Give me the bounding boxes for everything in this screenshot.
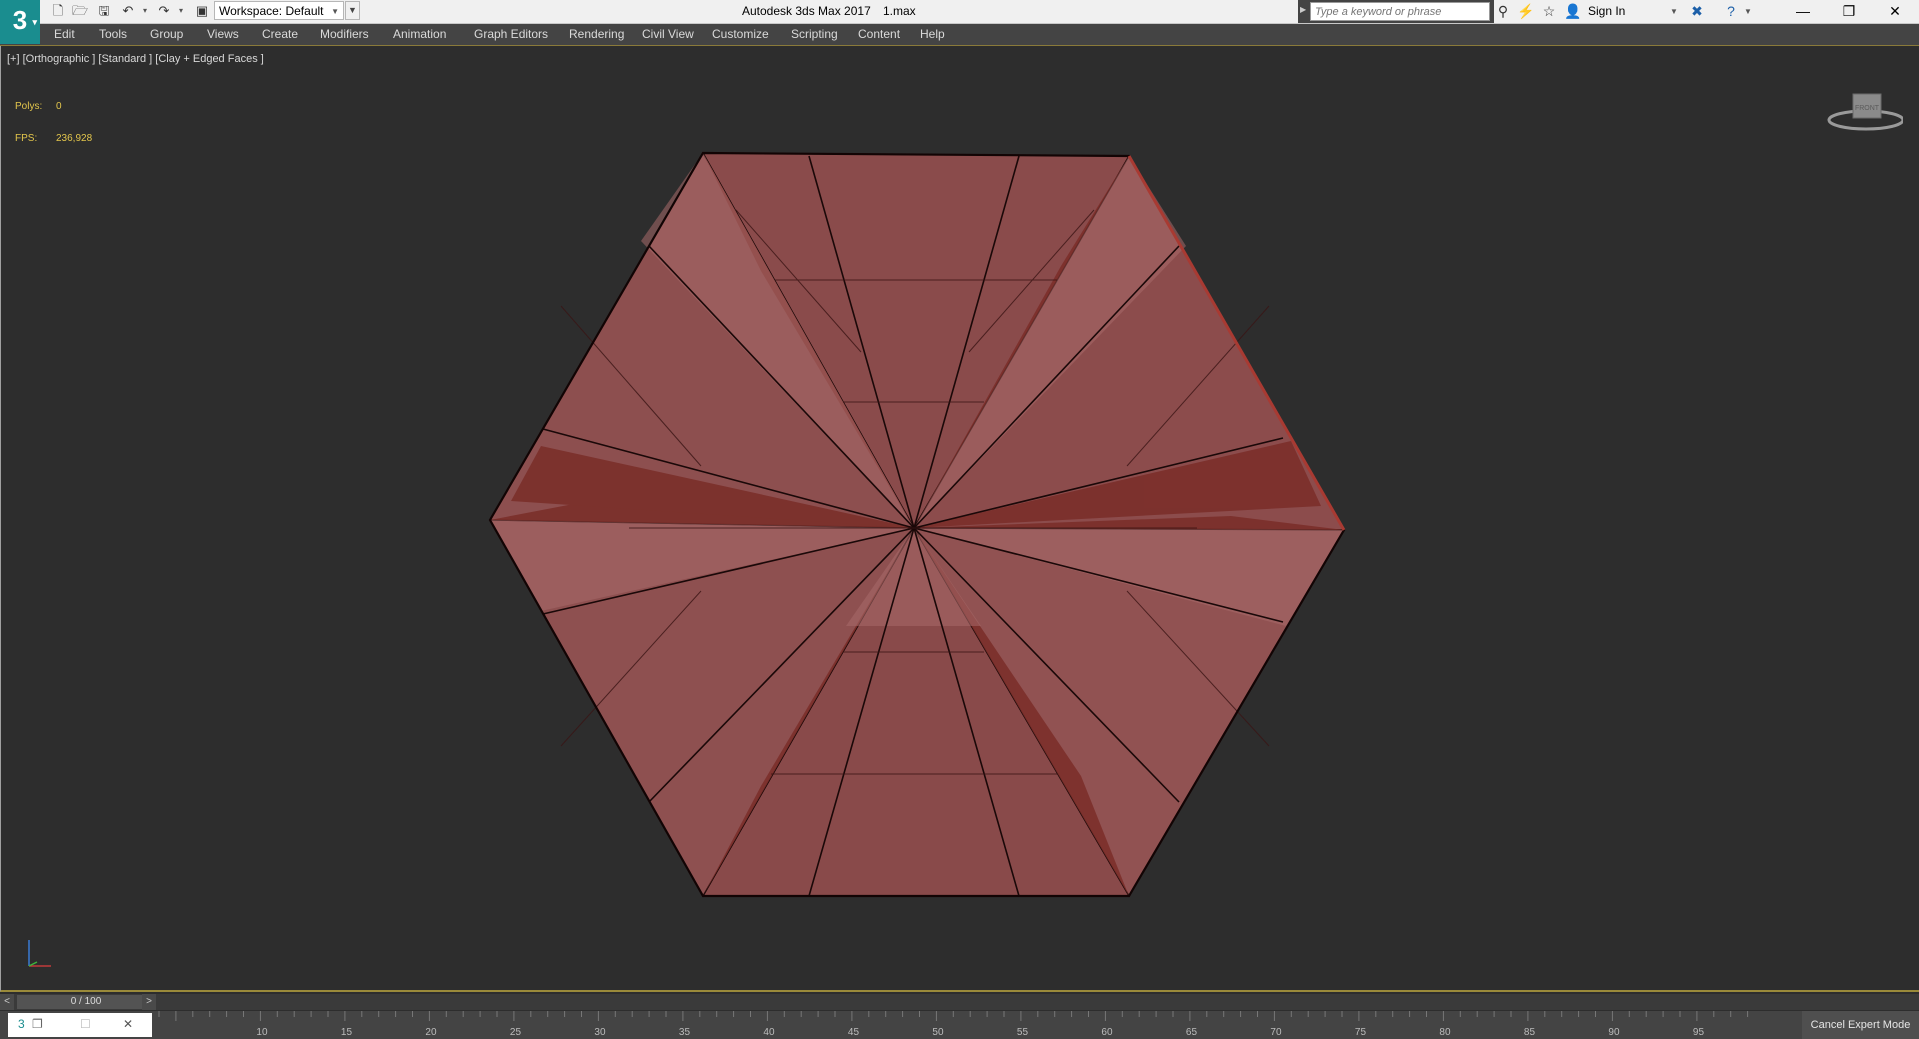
trackbar-tick-label: 75	[1355, 1027, 1367, 1038]
trackbar-tick-label: 40	[763, 1027, 775, 1038]
menu-bar: Edit Tools Group Views Create Modifiers …	[0, 24, 1919, 46]
trackbar-tick-label: 35	[679, 1027, 691, 1038]
world-axis-tripod-icon	[28, 940, 51, 967]
menu-content[interactable]: Content	[858, 24, 900, 45]
undo-dropdown-icon[interactable]: ▾	[143, 3, 151, 19]
track-bar[interactable]: 3 ❐ ☐ ✕ 10 15 20 25 30 35 40 45 50 55 60 65 70 75 80 85…	[0, 1011, 1919, 1039]
viewcube-widget[interactable]: FRONT	[1823, 86, 1903, 146]
time-slider-thumb[interactable]: 0 / 100	[17, 995, 155, 1009]
save-file-icon[interactable]: 🖫	[96, 3, 112, 19]
close-button[interactable]: ✕	[1872, 0, 1918, 23]
expand-search-icon[interactable]: ▶	[1300, 5, 1306, 14]
trackbar-tick-label: 60	[1101, 1027, 1113, 1038]
user-icon[interactable]: 👤	[1564, 3, 1582, 19]
favorites-star-icon[interactable]: ☆	[1540, 3, 1558, 19]
trackbar-tick-label: 95	[1693, 1027, 1705, 1038]
trackbar-tick-label: 65	[1186, 1027, 1198, 1038]
trackbar-tick-label: 15	[341, 1027, 353, 1038]
exchange-apps-icon[interactable]: ✖	[1688, 3, 1706, 19]
restore-mini-icon[interactable]: ❐	[32, 1017, 43, 1031]
restore-button[interactable]: ❐	[1826, 0, 1872, 23]
viewcube-face-label: FRONT	[1855, 105, 1880, 112]
menu-views[interactable]: Views	[207, 24, 239, 45]
trackbar-tick-label: 80	[1439, 1027, 1451, 1038]
menu-group[interactable]: Group	[150, 24, 183, 45]
menu-help[interactable]: Help	[920, 24, 945, 45]
trackbar-tick-label: 50	[932, 1027, 944, 1038]
binoculars-icon[interactable]: ⚲	[1494, 3, 1512, 19]
trackbar-tick-label: 45	[848, 1027, 860, 1038]
trackbar-tick-label: 55	[1017, 1027, 1029, 1038]
orthographic-viewport[interactable]: [+] [Orthographic ] [Standard ] [Clay + …	[0, 46, 1919, 992]
communication-center-icon[interactable]: ⚡	[1517, 3, 1535, 19]
help-icon[interactable]: ?	[1722, 3, 1740, 19]
open-file-icon[interactable]: 🗁	[72, 3, 88, 19]
trackbar-tick-label: 70	[1270, 1027, 1282, 1038]
previous-frame-button[interactable]: <	[0, 994, 14, 1010]
app-mini-icon[interactable]: 3	[18, 1017, 25, 1031]
title-bar: 3 ▾ 🗋 🗁 🖫 ↶ ▾ ↷ ▾ ▣ Workspace: Default ▼ …	[0, 0, 1919, 44]
trackbar-tick-label: 10	[256, 1027, 268, 1038]
trackbar-tick-label: 25	[510, 1027, 522, 1038]
redo-dropdown-icon[interactable]: ▾	[179, 3, 187, 19]
workspace-select[interactable]: Workspace: Default ▼	[214, 1, 344, 20]
menu-animation[interactable]: Animation	[393, 24, 446, 45]
redo-icon[interactable]: ↷	[156, 3, 172, 19]
menu-modifiers[interactable]: Modifiers	[320, 24, 369, 45]
sign-in-button[interactable]: Sign In	[1588, 0, 1625, 23]
chevron-down-icon[interactable]: ▼	[1670, 0, 1678, 23]
cancel-expert-mode-button[interactable]: Cancel Expert Mode	[1802, 1011, 1919, 1039]
close-mini-icon[interactable]: ✕	[123, 1017, 133, 1031]
undo-icon[interactable]: ↶	[120, 3, 136, 19]
new-file-icon[interactable]: 🗋	[50, 3, 66, 19]
menu-customize[interactable]: Customize	[712, 24, 769, 45]
project-folder-icon[interactable]: ▣	[194, 3, 210, 19]
app-logo-button[interactable]: 3 ▾	[0, 0, 40, 44]
trackbar-tick-label: 20	[425, 1027, 437, 1038]
menu-scripting[interactable]: Scripting	[791, 24, 838, 45]
quick-access-customize-button[interactable]: ▼	[345, 1, 360, 20]
search-input[interactable]	[1310, 2, 1490, 21]
menu-civil-view[interactable]: Civil View	[642, 24, 694, 45]
menu-graph-editors[interactable]: Graph Editors	[474, 24, 548, 45]
maximize-mini-icon[interactable]: ☐	[80, 1017, 91, 1031]
trackbar-tick-label: 90	[1608, 1027, 1620, 1038]
workspace-label: Workspace: Default	[219, 4, 324, 18]
hexagon-mesh-object[interactable]	[1, 46, 1918, 990]
time-slider[interactable]: < 0 / 100 >	[0, 994, 1919, 1010]
trackbar-tick-label: 30	[594, 1027, 606, 1038]
taskbar-mini-window[interactable]: 3 ❐ ☐ ✕	[8, 1013, 152, 1037]
menu-tools[interactable]: Tools	[99, 24, 127, 45]
menu-edit[interactable]: Edit	[54, 24, 75, 45]
window-title: Autodesk 3ds Max 2017	[742, 4, 871, 18]
file-name: 1.max	[883, 4, 916, 18]
minimize-button[interactable]: —	[1780, 0, 1826, 23]
menu-create[interactable]: Create	[262, 24, 298, 45]
trackbar-ruler[interactable]: 101520253035404550556065707580859095100	[155, 1011, 1755, 1039]
trackbar-tick-label: 85	[1524, 1027, 1536, 1038]
next-frame-button[interactable]: >	[142, 994, 156, 1010]
help-dropdown-icon[interactable]: ▼	[1744, 0, 1752, 23]
chevron-down-icon: ▼	[331, 7, 339, 16]
menu-rendering[interactable]: Rendering	[569, 24, 624, 45]
